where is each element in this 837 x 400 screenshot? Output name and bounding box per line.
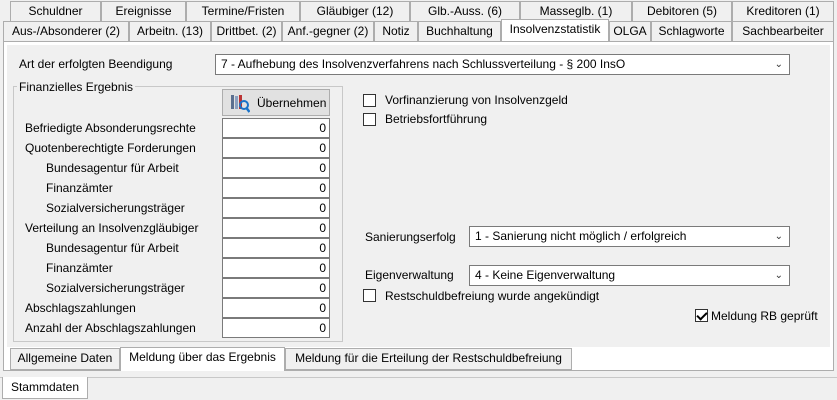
finanz-title: Finanzielles Ergebnis xyxy=(17,80,136,94)
sanierung-label: Sanierungserfolg xyxy=(365,230,456,244)
label-restschuld: Restschuldbefreiung wurde angekündigt xyxy=(385,289,600,303)
tab-termine-fristen[interactable]: Termine/Fristen xyxy=(186,1,300,21)
row-label-bundesagentur-1: Bundesagentur für Arbeit xyxy=(46,161,179,175)
row-label-finanzaemter-1: Finanzämter xyxy=(46,181,113,195)
tab-insolvenzstatistik[interactable]: Insolvenzstatistik xyxy=(501,19,609,41)
beendigung-value: 7 - Aufhebung des Insolvenzverfahrens na… xyxy=(221,57,626,71)
sanierung-select[interactable]: 1 - Sanierung nicht möglich / erfolgreic… xyxy=(469,226,790,247)
checkbox-meldung-rb[interactable] xyxy=(695,309,708,322)
field-verteilung[interactable]: 0 xyxy=(222,218,330,238)
row-label-anzahl-abschlag: Anzahl der Abschlagszahlungen xyxy=(25,321,196,335)
tab-olga[interactable]: OLGA xyxy=(609,21,651,41)
checkbox-restschuld[interactable] xyxy=(363,289,376,302)
field-befriedigte[interactable]: 0 xyxy=(222,118,330,138)
beendigung-label: Art der erfolgten Beendigung xyxy=(19,57,173,71)
row-label-finanzaemter-2: Finanzämter xyxy=(46,261,113,275)
row-label-quotenberechtigte: Quotenberechtigte Forderungen xyxy=(25,141,196,155)
book-search-icon xyxy=(231,95,250,113)
field-bundesagentur-1[interactable]: 0 xyxy=(222,158,330,178)
field-sozialvers-2[interactable]: 0 xyxy=(222,278,330,298)
row-label-abschlagszahlungen: Abschlagszahlungen xyxy=(25,301,136,315)
tab-glaeubiger[interactable]: Gläubiger (12) xyxy=(300,1,410,21)
tab-drittbet[interactable]: Drittbet. (2) xyxy=(211,21,282,41)
row-label-bundesagentur-2: Bundesagentur für Arbeit xyxy=(46,241,179,255)
tab-kreditoren[interactable]: Kreditoren (1) xyxy=(732,1,834,21)
row-label-sozialvers-1: Sozialversicherungsträger xyxy=(46,201,185,215)
uebernehmen-label: Übernehmen xyxy=(257,96,327,110)
field-bundesagentur-2[interactable]: 0 xyxy=(222,238,330,258)
row-label-sozialvers-2: Sozialversicherungsträger xyxy=(46,281,185,295)
tab-allgemeine-daten[interactable]: Allgemeine Daten xyxy=(10,348,120,370)
label-meldung-rb: Meldung RB geprüft xyxy=(711,309,818,323)
beendigung-select[interactable]: 7 - Aufhebung des Insolvenzverfahrens na… xyxy=(215,54,790,75)
tab-meldung-restschuld[interactable]: Meldung für die Erteilung der Restschuld… xyxy=(285,348,572,370)
eigenverwaltung-label: Eigenverwaltung xyxy=(365,268,454,282)
tab-ereignisse[interactable]: Ereignisse xyxy=(101,1,186,21)
tab-notiz[interactable]: Notiz xyxy=(374,21,418,41)
tab-stammdaten[interactable]: Stammdaten xyxy=(2,377,88,399)
row-label-verteilung: Verteilung an Insolvenzgläubiger xyxy=(25,221,199,235)
field-finanzaemter-1[interactable]: 0 xyxy=(222,178,330,198)
checkbox-betriebsfortfuehrung[interactable] xyxy=(363,113,376,126)
row-label-befriedigte: Befriedigte Absonderungsrechte xyxy=(25,121,196,135)
label-betriebsfortfuehrung: Betriebsfortführung xyxy=(385,112,488,126)
checkbox-vorfinanzierung[interactable] xyxy=(363,94,376,107)
tab-glb-auss[interactable]: Glb.-Auss. (6) xyxy=(410,1,520,21)
tab-debitoren[interactable]: Debitoren (5) xyxy=(632,1,732,21)
chevron-down-icon: ⌄ xyxy=(774,59,783,70)
eigenverwaltung-value: 4 - Keine Eigenverwaltung xyxy=(475,268,616,282)
tab-meldung-ergebnis[interactable]: Meldung über das Ergebnis xyxy=(120,347,285,371)
tab-anf-gegner[interactable]: Anf.-gegner (2) xyxy=(282,21,374,41)
label-vorfinanzierung: Vorfinanzierung von Insolvenzgeld xyxy=(385,93,568,107)
tab-aus-absonderer[interactable]: Aus-/Absonderer (2) xyxy=(3,21,129,41)
field-sozialvers-1[interactable]: 0 xyxy=(222,198,330,218)
footer-line xyxy=(0,377,837,378)
tab-schuldner[interactable]: Schuldner xyxy=(10,1,101,21)
tab-schlagworte[interactable]: Schlagworte xyxy=(651,21,732,41)
chevron-down-icon: ⌄ xyxy=(774,270,783,281)
field-finanzaemter-2[interactable]: 0 xyxy=(222,258,330,278)
tab-buchhaltung[interactable]: Buchhaltung xyxy=(418,21,501,41)
tab-sachbearbeiter[interactable]: Sachbearbeiter xyxy=(732,21,834,41)
field-anzahl-abschlag[interactable]: 0 xyxy=(222,318,330,338)
sanierung-value: 1 - Sanierung nicht möglich / erfolgreic… xyxy=(475,229,687,243)
eigenverwaltung-select[interactable]: 4 - Keine Eigenverwaltung ⌄ xyxy=(469,265,790,286)
chevron-down-icon: ⌄ xyxy=(774,231,783,242)
field-abschlagszahlungen[interactable]: 0 xyxy=(222,298,330,318)
tab-arbeitn[interactable]: Arbeitn. (13) xyxy=(129,21,211,41)
uebernehmen-button[interactable]: Übernehmen xyxy=(222,89,330,116)
tab-masseglb[interactable]: Masseglb. (1) xyxy=(520,1,632,21)
field-quotenberechtigte[interactable]: 0 xyxy=(222,138,330,158)
